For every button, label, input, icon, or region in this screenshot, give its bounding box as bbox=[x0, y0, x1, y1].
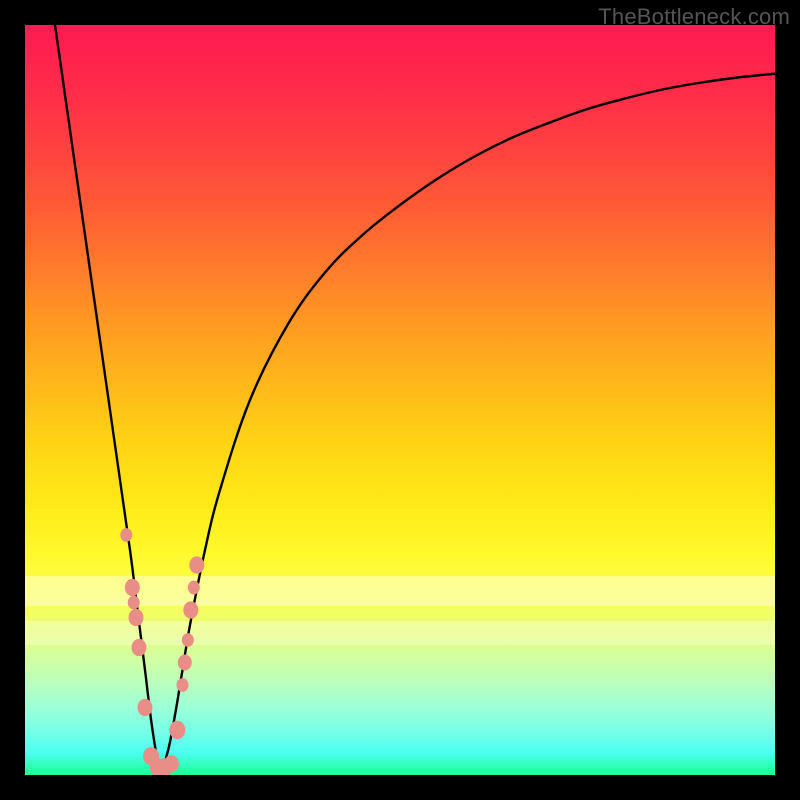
data-marker bbox=[125, 579, 140, 596]
data-marker bbox=[164, 755, 179, 772]
data-marker bbox=[183, 601, 198, 618]
watermark-text: TheBottleneck.com bbox=[598, 4, 790, 30]
data-marker bbox=[120, 528, 132, 542]
data-marker bbox=[169, 721, 185, 739]
chart-frame: TheBottleneck.com bbox=[0, 0, 800, 800]
bottleneck-curve bbox=[55, 25, 775, 768]
data-marker bbox=[129, 609, 144, 626]
curve-layer bbox=[25, 25, 775, 775]
data-marker bbox=[189, 556, 204, 573]
plot-area bbox=[25, 25, 775, 775]
data-marker bbox=[138, 699, 153, 716]
data-marker bbox=[128, 596, 140, 610]
data-marker bbox=[188, 581, 200, 595]
data-marker bbox=[177, 678, 189, 692]
data-marker bbox=[178, 655, 192, 671]
data-marker bbox=[182, 633, 194, 647]
data-marker bbox=[132, 639, 147, 656]
